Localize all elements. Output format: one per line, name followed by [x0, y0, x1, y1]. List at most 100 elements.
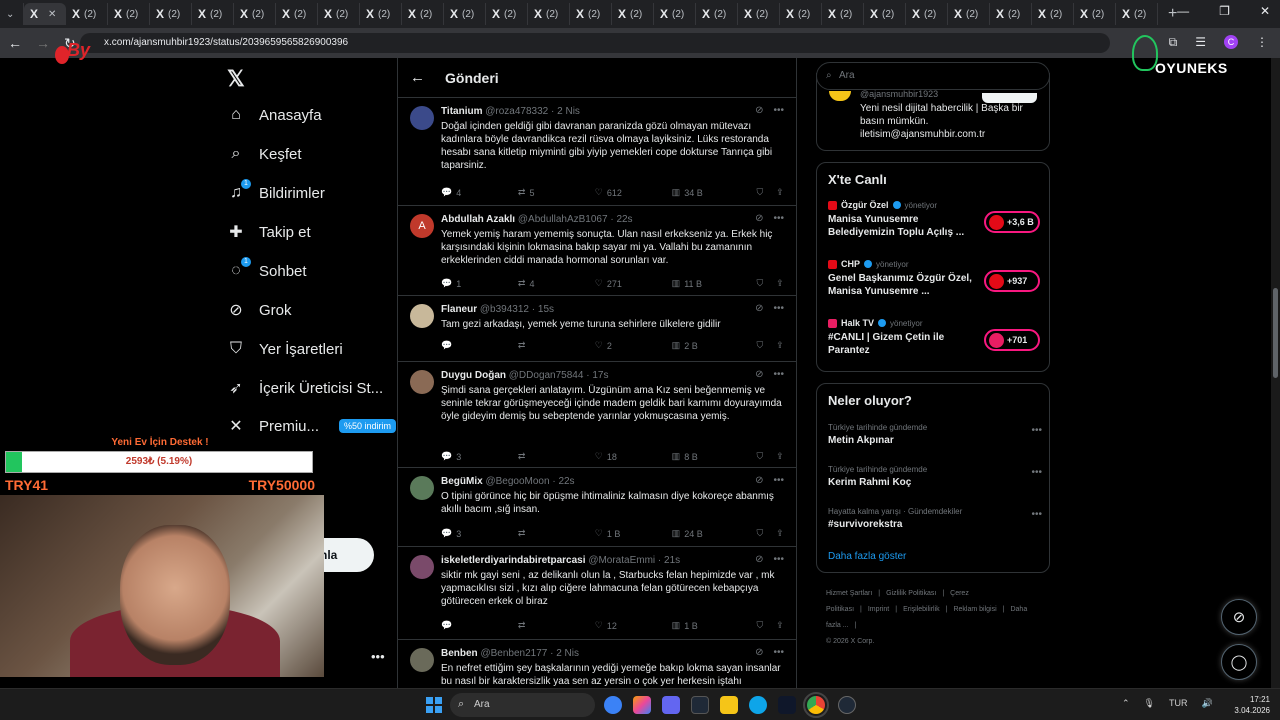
mic-icon[interactable]: 🎙: [1144, 698, 1155, 709]
browser-tab[interactable]: X (2): [318, 3, 360, 25]
browser-tab[interactable]: X (2): [696, 3, 738, 25]
tweet-author-handle[interactable]: @BegooMoon: [485, 476, 549, 487]
nav-item[interactable]: ⊘ Grok: [227, 295, 291, 325]
browser-tab[interactable]: X (2): [192, 3, 234, 25]
tweet-time[interactable]: 15s: [538, 304, 554, 315]
more-icon[interactable]: •••: [773, 647, 784, 658]
live-item[interactable]: Halk TV yönetiyor #CANLI | Gizem Çetin ile…: [828, 318, 1043, 372]
share-button[interactable]: ⇪: [776, 620, 786, 631]
tab-list-button[interactable]: ⌄: [0, 3, 24, 25]
tweet-time[interactable]: 2 Nis: [556, 648, 579, 659]
url-bar[interactable]: x.com/ajansmuhbir1923/status/20396595658…: [80, 33, 1110, 53]
views-button[interactable]: ▥ 1 B: [672, 620, 757, 631]
avatar[interactable]: A: [410, 214, 434, 238]
browser-tab[interactable]: X (2): [822, 3, 864, 25]
trend-item[interactable]: Türkiye tarihinde gündemde Kerim Rahmi Ko…: [828, 465, 1042, 499]
nav-item[interactable]: ♫ 1 Bildirimler: [227, 178, 325, 208]
nav-item[interactable]: ⛉ Yer İşaretleri: [227, 334, 343, 364]
repost-button[interactable]: ⇄: [518, 451, 595, 462]
avatar[interactable]: [410, 304, 434, 328]
clock[interactable]: 17:21 3.04.2026: [1230, 694, 1270, 716]
live-listeners-pill[interactable]: +3,6 B: [984, 211, 1040, 233]
tweet[interactable]: Duygu Doğan @DDogan75844 · 17s ⊘ ••• Şimdi …: [398, 362, 796, 468]
teams-icon[interactable]: [662, 696, 680, 714]
like-button[interactable]: ♡ 271: [595, 278, 672, 289]
tweet-time[interactable]: 22s: [558, 476, 574, 487]
views-button[interactable]: ▥ 8 B: [672, 451, 757, 462]
live-item[interactable]: Özgür Özel yönetiyor Manisa Yunusemre Bele…: [828, 200, 1043, 254]
live-listeners-pill[interactable]: +937: [984, 270, 1040, 292]
more-icon[interactable]: •••: [773, 303, 784, 314]
share-button[interactable]: ⇪: [776, 528, 786, 539]
share-button[interactable]: ⇪: [776, 187, 786, 198]
more-icon[interactable]: •••: [1031, 509, 1042, 520]
grok-icon[interactable]: ⊘: [755, 369, 763, 380]
tweet-author-name[interactable]: Benben: [441, 648, 478, 659]
footer-link[interactable]: Imprint: [868, 606, 889, 613]
views-button[interactable]: ▥ 34 B: [672, 187, 757, 198]
bookmark-button[interactable]: ⛉: [756, 340, 776, 351]
repost-button[interactable]: ⇄ 4: [518, 278, 595, 289]
avatar[interactable]: [410, 476, 434, 500]
tweet-author-handle[interactable]: @MorataEmmi: [588, 555, 655, 566]
grok-icon[interactable]: ⊘: [755, 105, 763, 116]
share-button[interactable]: ⇪: [776, 340, 786, 351]
browser-tab[interactable]: X (2): [528, 3, 570, 25]
browser-tab[interactable]: X (2): [570, 3, 612, 25]
browser-tab[interactable]: X (2): [276, 3, 318, 25]
messages-float-button[interactable]: ◯: [1221, 644, 1257, 680]
copilot-icon[interactable]: [633, 696, 651, 714]
tweet-author-name[interactable]: Duygu Doğan: [441, 370, 506, 381]
tweet[interactable]: iskeletlerdiyarindabiretparcasi @MorataE…: [398, 547, 796, 640]
browser-tab[interactable]: X (2): [612, 3, 654, 25]
browser-tab[interactable]: X (2): [864, 3, 906, 25]
tweet[interactable]: Benben @Benben2177 · 2 Nis ⊘ ••• En nefret …: [398, 640, 796, 688]
tweet-author-handle[interactable]: @Benben2177: [480, 648, 547, 659]
windows-start-icon[interactable]: [426, 697, 442, 713]
nav-item[interactable]: ✚ Takip et: [227, 217, 310, 247]
tweet[interactable]: Flaneur @b394312 · 15s ⊘ ••• Tam gezi arkad…: [398, 296, 796, 362]
browser-tab[interactable]: X (2): [654, 3, 696, 25]
browser-tab[interactable]: X (2): [948, 3, 990, 25]
browser-tab[interactable]: X (2): [360, 3, 402, 25]
more-icon[interactable]: •••: [773, 554, 784, 565]
views-button[interactable]: ▥ 11 B: [672, 278, 757, 289]
show-more-link[interactable]: Daha fazla göster: [828, 551, 906, 562]
more-icon[interactable]: •••: [773, 105, 784, 116]
like-button[interactable]: ♡ 1 B: [595, 528, 672, 539]
store-icon[interactable]: [691, 696, 709, 714]
browser-tab[interactable]: X (2): [486, 3, 528, 25]
avatar[interactable]: [410, 555, 434, 579]
close-tab-icon[interactable]: ✕: [48, 9, 56, 20]
reply-button[interactable]: 💬: [441, 340, 518, 351]
tweet-author-name[interactable]: Flaneur: [441, 304, 477, 315]
edge-icon[interactable]: [749, 696, 767, 714]
account-more-icon[interactable]: •••: [371, 649, 385, 664]
browser-tab[interactable]: X (2): [1074, 3, 1116, 25]
reply-button[interactable]: 💬 3: [441, 528, 518, 539]
avatar[interactable]: [410, 648, 434, 672]
bookmark-button[interactable]: ⛉: [756, 278, 776, 289]
browser-tab[interactable]: X (2): [906, 3, 948, 25]
tweet-author-handle[interactable]: @roza478332: [485, 106, 548, 117]
trend-item[interactable]: Hayatta kalma yarışı · Gündemdekiler #sur…: [828, 507, 1042, 541]
avatar[interactable]: [410, 106, 434, 130]
taskbar-search[interactable]: ⌕ Ara: [450, 693, 595, 717]
tweet-author-handle[interactable]: @AbdullahAzB1067: [518, 214, 608, 225]
forward-icon[interactable]: →: [36, 35, 50, 52]
browser-tab[interactable]: X (2): [150, 3, 192, 25]
bookmark-button[interactable]: ⛉: [756, 451, 776, 462]
repost-button[interactable]: ⇄: [518, 340, 595, 351]
tweet-time[interactable]: 22s: [616, 214, 632, 225]
like-button[interactable]: ♡ 612: [595, 187, 672, 198]
footer-link[interactable]: Hizmet Şartları: [826, 590, 872, 597]
tweet[interactable]: BegüMix @BegooMoon · 22s ⊘ ••• O tipini gör…: [398, 468, 796, 547]
tweet-time[interactable]: 2 Nis: [557, 106, 580, 117]
chevron-up-icon[interactable]: ⌃: [1122, 698, 1130, 709]
chrome-icon[interactable]: [803, 692, 829, 718]
tweet-time[interactable]: 21s: [664, 555, 680, 566]
back-arrow-icon[interactable]: ←: [410, 69, 425, 86]
like-button[interactable]: ♡ 2: [595, 340, 672, 351]
grok-icon[interactable]: ⊘: [755, 554, 763, 565]
avatar[interactable]: [410, 370, 434, 394]
